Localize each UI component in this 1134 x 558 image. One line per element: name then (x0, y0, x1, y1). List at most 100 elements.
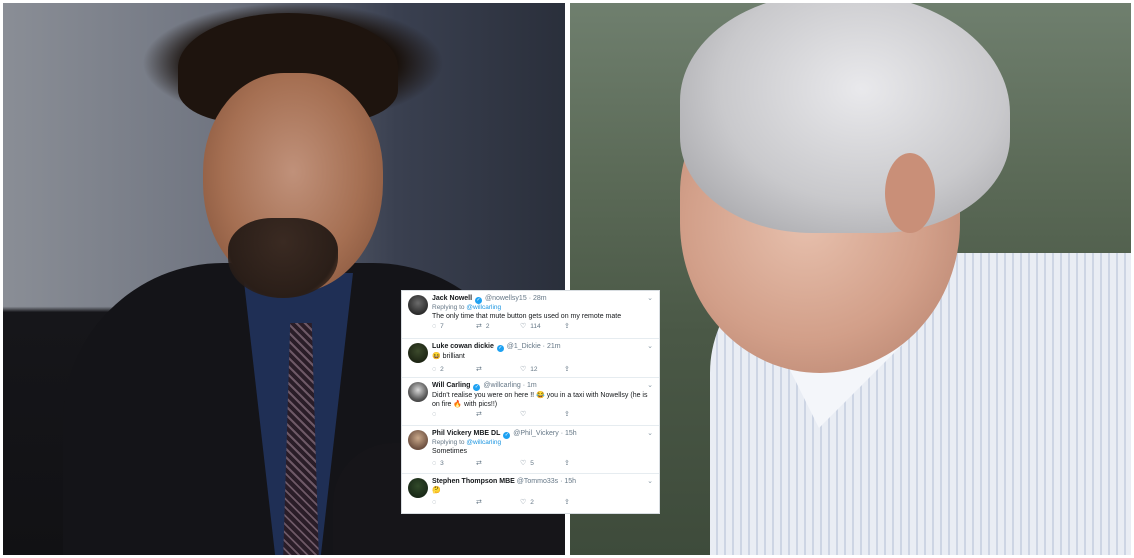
retweet-icon: ⇄ (476, 460, 482, 467)
heart-icon: ♡ (520, 411, 527, 418)
verified-badge-icon: ✓ (503, 432, 511, 439)
like-count: 12 (530, 366, 538, 373)
tweet-text: Didn't realise you were on here !! 😂 you… (432, 392, 648, 408)
tweet-actions: ◌ 3 ⇄ ♡ 5 ⇪ (432, 459, 653, 469)
heart-icon: ♡ (520, 460, 527, 467)
ear (885, 153, 935, 233)
like-button[interactable]: ♡ 2 (520, 498, 564, 508)
chevron-down-icon[interactable]: ⌄ (647, 381, 653, 389)
share-icon: ⇪ (564, 499, 570, 506)
like-count: 2 (530, 499, 534, 506)
tweet[interactable]: Luke cowan dickie ✓ @1_Dickie · 21m ⌄ 😆 … (402, 339, 659, 378)
reply-button[interactable]: ◌ (432, 410, 476, 420)
tweet-actions: ◌ 2 ⇄ ♡ 12 ⇪ (432, 365, 653, 375)
tweet-header: Luke cowan dickie ✓ @1_Dickie · 21m (432, 342, 653, 352)
retweet-button[interactable]: ⇄ (476, 498, 520, 508)
user-handle[interactable]: @Tommo33s (517, 478, 558, 485)
retweet-button[interactable]: ⇄ 2 (476, 322, 520, 332)
tweet-text: The only time that mute button gets used… (432, 313, 622, 320)
replying-to-label: Replying to (432, 439, 465, 446)
share-icon: ⇪ (564, 323, 570, 330)
tweet-time[interactable]: · 1m (523, 382, 537, 389)
tweet-text: 😆 brilliant (432, 353, 465, 360)
tweet-actions: ◌ ⇄ ♡ ⇪ (432, 410, 653, 420)
retweet-icon: ⇄ (476, 411, 482, 418)
share-button[interactable]: ⇪ (564, 410, 608, 420)
heart-icon: ♡ (520, 323, 527, 330)
tweet-text: Sometimes (432, 448, 468, 455)
chevron-down-icon[interactable]: ⌄ (647, 429, 653, 437)
avatar[interactable] (408, 382, 428, 402)
tweet-actions: ◌ 7 ⇄ 2 ♡ 114 ⇪ (432, 322, 653, 332)
retweet-button[interactable]: ⇄ (476, 459, 520, 469)
retweet-button[interactable]: ⇄ (476, 365, 520, 375)
chevron-down-icon[interactable]: ⌄ (647, 477, 653, 485)
retweet-count: 2 (485, 323, 490, 330)
like-button[interactable]: ♡ 12 (520, 365, 564, 375)
tweet-thread: Jack Nowell ✓ @nowellsy15 · 28m ⌄ Replyi… (401, 290, 660, 514)
like-count: 5 (530, 460, 534, 467)
user-handle[interactable]: @willcarling (483, 382, 520, 389)
avatar[interactable] (408, 343, 428, 363)
tweet[interactable]: Stephen Thompson MBE @Tommo33s · 15h ⌄ 🤔… (402, 474, 659, 513)
like-button[interactable]: ♡ (520, 410, 564, 420)
tweet-time[interactable]: · 15h (561, 430, 577, 437)
replying-to-link[interactable]: @willcarling (466, 439, 501, 446)
share-button[interactable]: ⇪ (564, 322, 608, 332)
reply-button[interactable]: ◌ 3 (432, 459, 476, 469)
grey-hair (680, 3, 1010, 233)
user-name[interactable]: Jack Nowell (432, 295, 472, 302)
tweet-time[interactable]: · 15h (560, 478, 576, 485)
reply-count: 7 (440, 323, 444, 330)
user-name[interactable]: Phil Vickery MBE DL (432, 430, 500, 437)
replying-to: Replying to @willcarling (432, 439, 653, 447)
retweet-icon: ⇄ (476, 366, 482, 373)
user-handle[interactable]: @Phil_Vickery (513, 430, 559, 437)
speech-bubble-icon: ◌ (432, 499, 437, 506)
chevron-down-icon[interactable]: ⌄ (647, 294, 653, 302)
tweet-time[interactable]: · 28m (529, 295, 547, 302)
replying-to-link[interactable]: @willcarling (466, 304, 501, 311)
tweet-text: 🤔 (432, 487, 441, 494)
heart-icon: ♡ (520, 366, 527, 373)
replying-to-label: Replying to (432, 304, 465, 311)
avatar[interactable] (408, 430, 428, 450)
verified-badge-icon: ✓ (475, 297, 483, 304)
tweet[interactable]: Phil Vickery MBE DL ✓ @Phil_Vickery · 15… (402, 426, 659, 474)
tweet[interactable]: Will Carling ✓ @willcarling · 1m ⌄ Didn'… (402, 378, 659, 426)
speech-bubble-icon: ◌ (432, 411, 437, 418)
reply-count: 2 (440, 366, 444, 373)
tweet-header: Phil Vickery MBE DL ✓ @Phil_Vickery · 15… (432, 429, 653, 439)
speech-bubble-icon: ◌ (432, 323, 437, 330)
like-button[interactable]: ♡ 114 (520, 322, 564, 332)
avatar[interactable] (408, 295, 428, 315)
speech-bubble-icon: ◌ (432, 366, 437, 373)
like-button[interactable]: ♡ 5 (520, 459, 564, 469)
reply-button[interactable]: ◌ 2 (432, 365, 476, 375)
user-handle[interactable]: @nowellsy15 (485, 295, 527, 302)
verified-badge-icon: ✓ (473, 384, 481, 391)
tweet-time[interactable]: · 21m (543, 343, 561, 350)
chevron-down-icon[interactable]: ⌄ (647, 342, 653, 350)
avatar[interactable] (408, 478, 428, 498)
share-button[interactable]: ⇪ (564, 459, 608, 469)
retweet-icon: ⇄ (476, 323, 482, 330)
share-button[interactable]: ⇪ (564, 498, 608, 508)
share-button[interactable]: ⇪ (564, 365, 608, 375)
reply-button[interactable]: ◌ (432, 498, 476, 508)
tweet-header: Will Carling ✓ @willcarling · 1m (432, 381, 653, 391)
like-count: 114 (530, 323, 541, 330)
verified-badge-icon: ✓ (496, 345, 504, 352)
tweet[interactable]: Jack Nowell ✓ @nowellsy15 · 28m ⌄ Replyi… (402, 291, 659, 339)
reply-button[interactable]: ◌ 7 (432, 322, 476, 332)
tweet-actions: ◌ ⇄ ♡ 2 ⇪ (432, 498, 653, 508)
user-name[interactable]: Luke cowan dickie (432, 343, 494, 350)
user-handle[interactable]: @1_Dickie (507, 343, 541, 350)
retweet-button[interactable]: ⇄ (476, 410, 520, 420)
user-name[interactable]: Stephen Thompson MBE (432, 478, 515, 485)
tweet-header: Jack Nowell ✓ @nowellsy15 · 28m (432, 294, 653, 304)
share-icon: ⇪ (564, 366, 570, 373)
beard (228, 218, 338, 298)
user-name[interactable]: Will Carling (432, 382, 470, 389)
reply-count: 3 (440, 460, 444, 467)
